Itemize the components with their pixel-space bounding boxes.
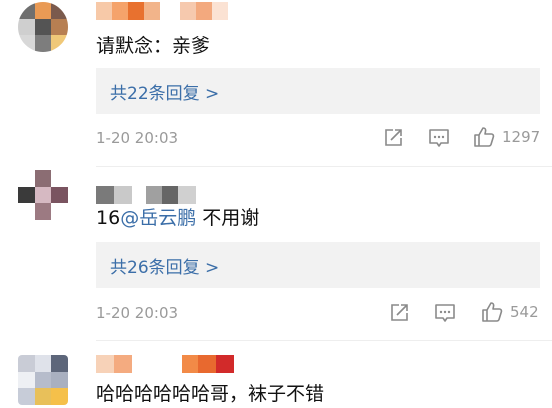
like-count: 542	[510, 303, 539, 321]
name-pixel	[96, 2, 112, 20]
comment-item: 16@岳云鹏 不用谢 共26条回复 > 1-20 20:03 542	[0, 170, 552, 345]
like-button[interactable]: 542	[480, 300, 539, 324]
avatar-pixel	[18, 355, 35, 372]
replies-box[interactable]: 共26条回复 >	[96, 242, 540, 288]
divider	[96, 340, 552, 341]
comment-text-suffix: 不用谢	[196, 207, 260, 229]
comment-text: 16@岳云鹏 不用谢	[96, 206, 259, 230]
avatar[interactable]	[18, 170, 68, 220]
comment-icon	[435, 304, 455, 322]
avatar-pixel	[51, 186, 68, 204]
name-pixel	[212, 2, 228, 20]
name-pixel	[132, 186, 146, 204]
avatar-pixel	[51, 203, 68, 220]
name-pixel	[196, 2, 212, 20]
avatar-pixel	[18, 203, 35, 220]
timestamp: 1-20 20:03	[96, 304, 179, 322]
username-pixelated[interactable]	[96, 2, 228, 20]
share-button[interactable]	[382, 127, 404, 149]
thumbs-up-icon	[482, 302, 503, 322]
avatar-pixel	[51, 355, 68, 372]
name-pixel	[146, 186, 162, 204]
avatar-pixel	[34, 388, 52, 405]
comment-text-prefix: 16	[96, 207, 121, 229]
name-pixel	[178, 186, 196, 204]
avatar-pixel	[18, 18, 35, 36]
avatar-pixel	[18, 170, 35, 187]
comment-text: 哈哈哈哈哈哈哥，袜子不错	[96, 383, 325, 405]
name-pixel	[128, 2, 144, 20]
name-pixel	[216, 355, 234, 373]
avatar-pixel	[34, 2, 52, 19]
avatar-pixel	[34, 203, 52, 220]
view-replies-link[interactable]: 共26条回复 >	[110, 253, 219, 278]
avatar-pixel	[51, 170, 68, 187]
share-icon	[385, 129, 402, 146]
avatar-pixel	[51, 35, 68, 52]
comment-icon	[429, 129, 449, 147]
avatar[interactable]	[18, 2, 68, 52]
like-button[interactable]: 1297	[472, 125, 540, 149]
comment-button[interactable]	[427, 127, 451, 149]
name-pixel	[182, 355, 198, 373]
mention-link[interactable]: @岳云鹏	[120, 207, 196, 229]
avatar-pixel	[51, 18, 68, 36]
name-pixel	[180, 2, 196, 20]
name-pixel	[114, 355, 132, 373]
name-pixel	[160, 2, 180, 20]
avatar-pixel	[34, 355, 52, 372]
share-button[interactable]	[388, 302, 410, 324]
view-replies-link[interactable]: 共22条回复 >	[110, 79, 219, 104]
avatar-pixel	[34, 170, 52, 187]
comment-item: 哈哈哈哈哈哈哥，袜子不错	[0, 345, 552, 408]
name-pixel	[144, 2, 160, 20]
divider	[96, 166, 552, 167]
avatar-pixel	[34, 371, 52, 389]
avatar-pixel	[51, 388, 68, 405]
avatar-pixel	[18, 186, 35, 204]
avatar-pixel	[18, 371, 35, 389]
avatar-pixel	[34, 186, 52, 204]
avatar-pixel	[18, 35, 35, 52]
share-icon	[391, 304, 408, 321]
name-pixel	[96, 355, 114, 373]
avatar-pixel	[18, 2, 35, 19]
name-pixel	[96, 186, 114, 204]
timestamp: 1-20 20:03	[96, 129, 179, 147]
like-count: 1297	[502, 128, 541, 146]
avatar-pixel	[18, 388, 35, 405]
avatar-pixel	[51, 2, 68, 19]
name-pixel	[112, 2, 128, 20]
avatar-pixel	[51, 371, 68, 389]
avatar-pixel	[34, 18, 52, 36]
name-pixel	[114, 186, 132, 204]
username-pixelated[interactable]	[96, 355, 234, 373]
username-pixelated[interactable]	[96, 186, 196, 204]
comment-text: 请默念：亲爹	[96, 35, 211, 57]
name-pixel	[162, 186, 178, 204]
avatar-pixel	[34, 35, 52, 52]
comment-item: 请默念：亲爹 共22条回复 > 1-20 20:03 1297	[0, 0, 552, 170]
name-pixel	[198, 355, 216, 373]
avatar[interactable]	[18, 355, 68, 405]
comment-button[interactable]	[433, 302, 457, 324]
name-pixel	[132, 355, 182, 373]
replies-box[interactable]: 共22条回复 >	[96, 68, 540, 114]
thumbs-up-icon	[474, 127, 495, 147]
